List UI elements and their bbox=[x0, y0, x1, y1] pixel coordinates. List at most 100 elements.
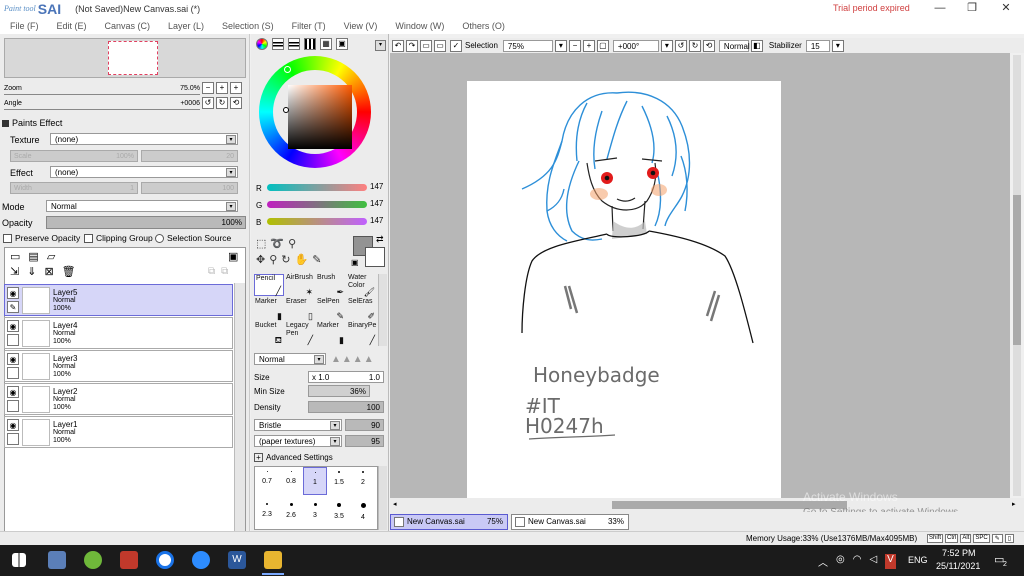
stabilizer-select[interactable]: 15 bbox=[805, 39, 830, 52]
layer-menu-icon[interactable]: ▣ bbox=[228, 250, 238, 263]
density-slider[interactable]: 100 bbox=[308, 401, 384, 413]
toolbar-zoom-in-icon[interactable]: + bbox=[582, 39, 595, 52]
restore-button[interactable]: ❐ bbox=[956, 0, 988, 17]
tray-app-icon[interactable]: ◎ bbox=[836, 554, 845, 569]
sv-picker-marker[interactable] bbox=[283, 107, 289, 113]
zoom-in-button[interactable]: + bbox=[216, 82, 228, 94]
rotate-reset-icon[interactable]: ⟲ bbox=[702, 39, 715, 52]
layer-row[interactable]: ◉ Layer3 Normal 100% bbox=[4, 350, 233, 382]
tool-brush[interactable]: Brush ✒ bbox=[316, 274, 346, 297]
layer-row[interactable]: ◉ Layer1 Normal 100% bbox=[4, 416, 233, 448]
clock-time[interactable]: 7:52 PM bbox=[942, 548, 976, 558]
scratchpad-tab[interactable]: ▦ bbox=[320, 38, 332, 50]
layer-row[interactable]: ◉ Layer2 Normal 100% bbox=[4, 383, 233, 415]
paint-tool-sai-icon[interactable] bbox=[264, 551, 282, 569]
zoom-slider-track[interactable] bbox=[4, 94, 200, 95]
eye-icon[interactable]: ◉ bbox=[7, 320, 19, 332]
opacity-slider[interactable]: 100% bbox=[46, 216, 246, 229]
rotate-right-button[interactable]: ↻ bbox=[216, 97, 228, 109]
tool-legacy-pen[interactable]: Legacy Pen ╱ bbox=[285, 322, 315, 345]
selection-checkbox-icon[interactable]: ✓ bbox=[450, 39, 462, 52]
navigator-viewport[interactable] bbox=[108, 41, 158, 75]
brush-mode-select[interactable]: Normal ▾ bbox=[254, 353, 326, 365]
brush-size-preset[interactable]: 0.8 bbox=[279, 467, 303, 495]
angle-row[interactable]: Angle +0006 bbox=[4, 97, 200, 109]
scale-bar[interactable]: Scale 100% bbox=[10, 150, 138, 162]
zoom-tool-icon[interactable]: ⚲ bbox=[269, 253, 277, 266]
menu-file[interactable]: File (F) bbox=[10, 21, 39, 31]
app-icon-1[interactable] bbox=[84, 551, 102, 569]
tool-selpen[interactable]: SelPen ✎ bbox=[316, 298, 346, 321]
size-field[interactable]: x 1.0 1.0 bbox=[308, 371, 384, 383]
blend-mode-select[interactable]: Normal bbox=[718, 39, 750, 52]
bristle-slider[interactable]: 90 bbox=[345, 419, 384, 431]
redo-icon[interactable]: ↷ bbox=[406, 39, 418, 52]
zoom-app-icon[interactable] bbox=[192, 551, 210, 569]
menu-canvas[interactable]: Canvas (C) bbox=[105, 21, 151, 31]
b-slider[interactable] bbox=[267, 218, 367, 225]
move-icon[interactable]: ✥ bbox=[256, 253, 265, 266]
transfer-down-icon[interactable]: ⇲ bbox=[10, 265, 19, 278]
rect-select-icon[interactable]: ⬚ bbox=[256, 237, 266, 250]
invert-selection-icon[interactable]: ▭ bbox=[434, 39, 446, 52]
hue-picker-marker[interactable] bbox=[284, 66, 291, 73]
angle-select[interactable]: +000° bbox=[612, 39, 659, 52]
layer-mode-select[interactable]: Normal ▾ bbox=[46, 200, 238, 212]
width-bar[interactable]: Width 1 bbox=[10, 182, 138, 194]
tool-marker[interactable]: Marker ▮ bbox=[254, 298, 284, 321]
tool-marker[interactable]: Marker ▮ bbox=[316, 322, 346, 345]
tool-grid-scrollbar[interactable] bbox=[378, 274, 387, 346]
scroll-left-icon[interactable]: ◂ bbox=[393, 500, 402, 510]
scale-right-bar[interactable]: 20 bbox=[141, 150, 238, 162]
layer-scrollbar[interactable] bbox=[234, 283, 245, 531]
vertical-scroll-thumb[interactable] bbox=[1013, 195, 1021, 345]
volume-icon[interactable]: ◁ bbox=[869, 554, 877, 569]
edit-lock-icon[interactable]: ✎ bbox=[7, 301, 19, 313]
r-slider[interactable] bbox=[267, 184, 367, 191]
vertical-scroll-track[interactable] bbox=[1013, 55, 1021, 496]
angle-dropdown-icon[interactable]: ▾ bbox=[660, 39, 673, 52]
zoom-select[interactable]: 75% bbox=[502, 39, 553, 52]
clear-layer-icon[interactable]: ⊠ bbox=[44, 265, 53, 278]
zoom-row[interactable]: Zoom 75.0% bbox=[4, 82, 200, 94]
rotate-left-button[interactable]: ↺ bbox=[202, 97, 214, 109]
edit-lock-icon[interactable] bbox=[7, 433, 19, 445]
tray-chevron-icon[interactable]: ︿ bbox=[818, 554, 828, 569]
eye-icon[interactable]: ◉ bbox=[7, 353, 19, 365]
tool-airbrush[interactable]: AirBrush ✶ bbox=[285, 274, 315, 297]
delete-layer-icon[interactable]: 🗑 bbox=[62, 265, 76, 278]
tool-eraser[interactable]: Eraser ▯ bbox=[285, 298, 315, 321]
width-right-bar[interactable]: 100 bbox=[141, 182, 238, 194]
chrome-icon[interactable] bbox=[156, 551, 174, 569]
taskview-icon[interactable] bbox=[48, 551, 66, 569]
min-size-slider[interactable]: 36% bbox=[308, 385, 370, 397]
tool-pencil[interactable]: Pencil ╱ bbox=[254, 274, 284, 296]
preserve-opacity-checkbox[interactable]: Preserve Opacity bbox=[3, 233, 80, 243]
toolbar-zoom-out-icon[interactable]: − bbox=[568, 39, 581, 52]
brush-size-preset[interactable]: 0.7 bbox=[255, 467, 279, 495]
zoom-out-button[interactable]: − bbox=[202, 82, 214, 94]
eye-icon[interactable]: ◉ bbox=[7, 386, 19, 398]
brush-size-preset[interactable]: 3.5 bbox=[327, 499, 351, 527]
new-layer-icon[interactable]: ▭ bbox=[10, 250, 20, 263]
wifi-icon[interactable]: ◠ bbox=[853, 554, 862, 569]
brush-size-preset[interactable]: 4 bbox=[351, 499, 375, 527]
layer-row[interactable]: ◉ ✎ Layer5 Normal 100% bbox=[4, 284, 233, 316]
color-mixer-tab[interactable]: ▣ bbox=[336, 38, 348, 50]
paper-texture-select[interactable]: (paper textures) ▾ bbox=[254, 435, 342, 447]
new-folder-icon[interactable]: ▱ bbox=[47, 250, 55, 263]
brush-size-preset[interactable]: 1 bbox=[303, 467, 327, 495]
tool-bucket[interactable]: Bucket ⛾ bbox=[254, 322, 284, 345]
menu-selection[interactable]: Selection (S) bbox=[222, 21, 274, 31]
brush-size-preset[interactable]: 3 bbox=[303, 499, 327, 527]
canvas-tab-1[interactable]: New Canvas.sai 75% bbox=[390, 514, 508, 530]
close-button[interactable]: ✕ bbox=[990, 0, 1022, 17]
rotate-tool-icon[interactable]: ↻ bbox=[281, 253, 290, 266]
brush-shape-icons[interactable]: ▲▲▲▲ bbox=[331, 354, 375, 365]
selection-source-checkbox[interactable]: Selection Source bbox=[155, 233, 231, 243]
tray-v-icon[interactable]: V bbox=[885, 554, 896, 569]
menu-window[interactable]: Window (W) bbox=[395, 21, 444, 31]
effect-select[interactable]: (none) ▾ bbox=[50, 166, 238, 178]
advanced-settings-toggle[interactable]: + Advanced Settings bbox=[254, 453, 333, 462]
start-icon[interactable] bbox=[12, 553, 26, 567]
